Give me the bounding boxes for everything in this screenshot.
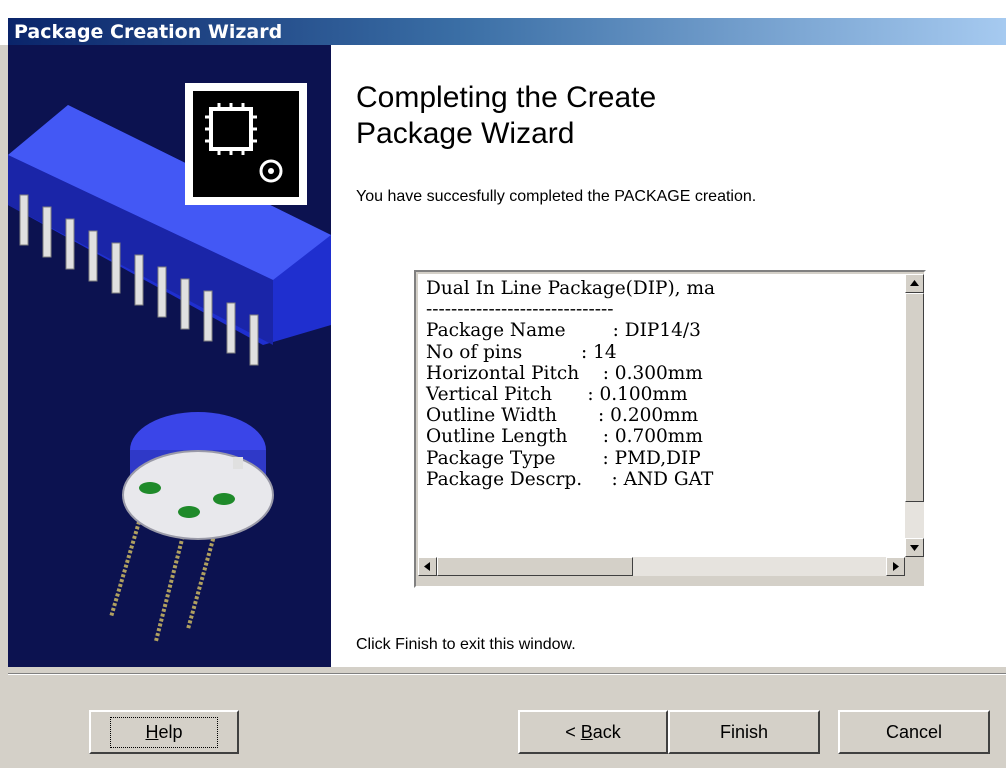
wizard-window: Package Creation Wizard Completing the C… [0,0,1006,768]
vertical-scroll-thumb[interactable] [905,293,924,502]
package-summary-textbox[interactable]: Dual In Line Package(DIP), ma ----------… [414,270,926,588]
finish-instruction: Click Finish to exit this window. [356,636,576,653]
chip-package-icon [185,83,307,205]
cancel-button[interactable]: Cancel [838,710,990,754]
cancel-button-label: Cancel [885,721,943,742]
heading-line-2: Package Wizard [356,117,575,150]
divider-light [8,674,1006,675]
heading-line-1: Completing the Create [356,81,657,114]
vertical-scrollbar[interactable] [905,274,924,557]
horizontal-scroll-thumb[interactable] [437,557,633,576]
horizontal-scrollbar[interactable] [418,557,905,576]
finish-button-label: Finish [719,721,768,742]
up-arrow-icon[interactable] [905,274,924,293]
back-button[interactable]: < Back [518,710,668,754]
help-button-focus: Help [110,716,218,748]
down-arrow-icon[interactable] [905,538,924,557]
left-arrow-icon[interactable] [418,557,437,576]
summary-text-area[interactable]: Dual In Line Package(DIP), ma ----------… [418,274,905,557]
scrollbar-corner [905,557,924,576]
wizard-side-image [8,45,331,667]
right-arrow-icon[interactable] [886,557,905,576]
page-heading: Completing the Create Package Wizard [356,80,856,152]
title-bar[interactable]: Package Creation Wizard [0,0,1006,45]
summary-text: Dual In Line Package(DIP), ma ----------… [426,278,716,490]
back-button-label: < Back [565,721,621,742]
completion-description: You have succesfully completed the PACKA… [356,188,757,205]
help-button[interactable]: Help [89,710,239,754]
finish-button[interactable]: Finish [668,710,820,754]
window-title: Package Creation Wizard [14,21,283,43]
